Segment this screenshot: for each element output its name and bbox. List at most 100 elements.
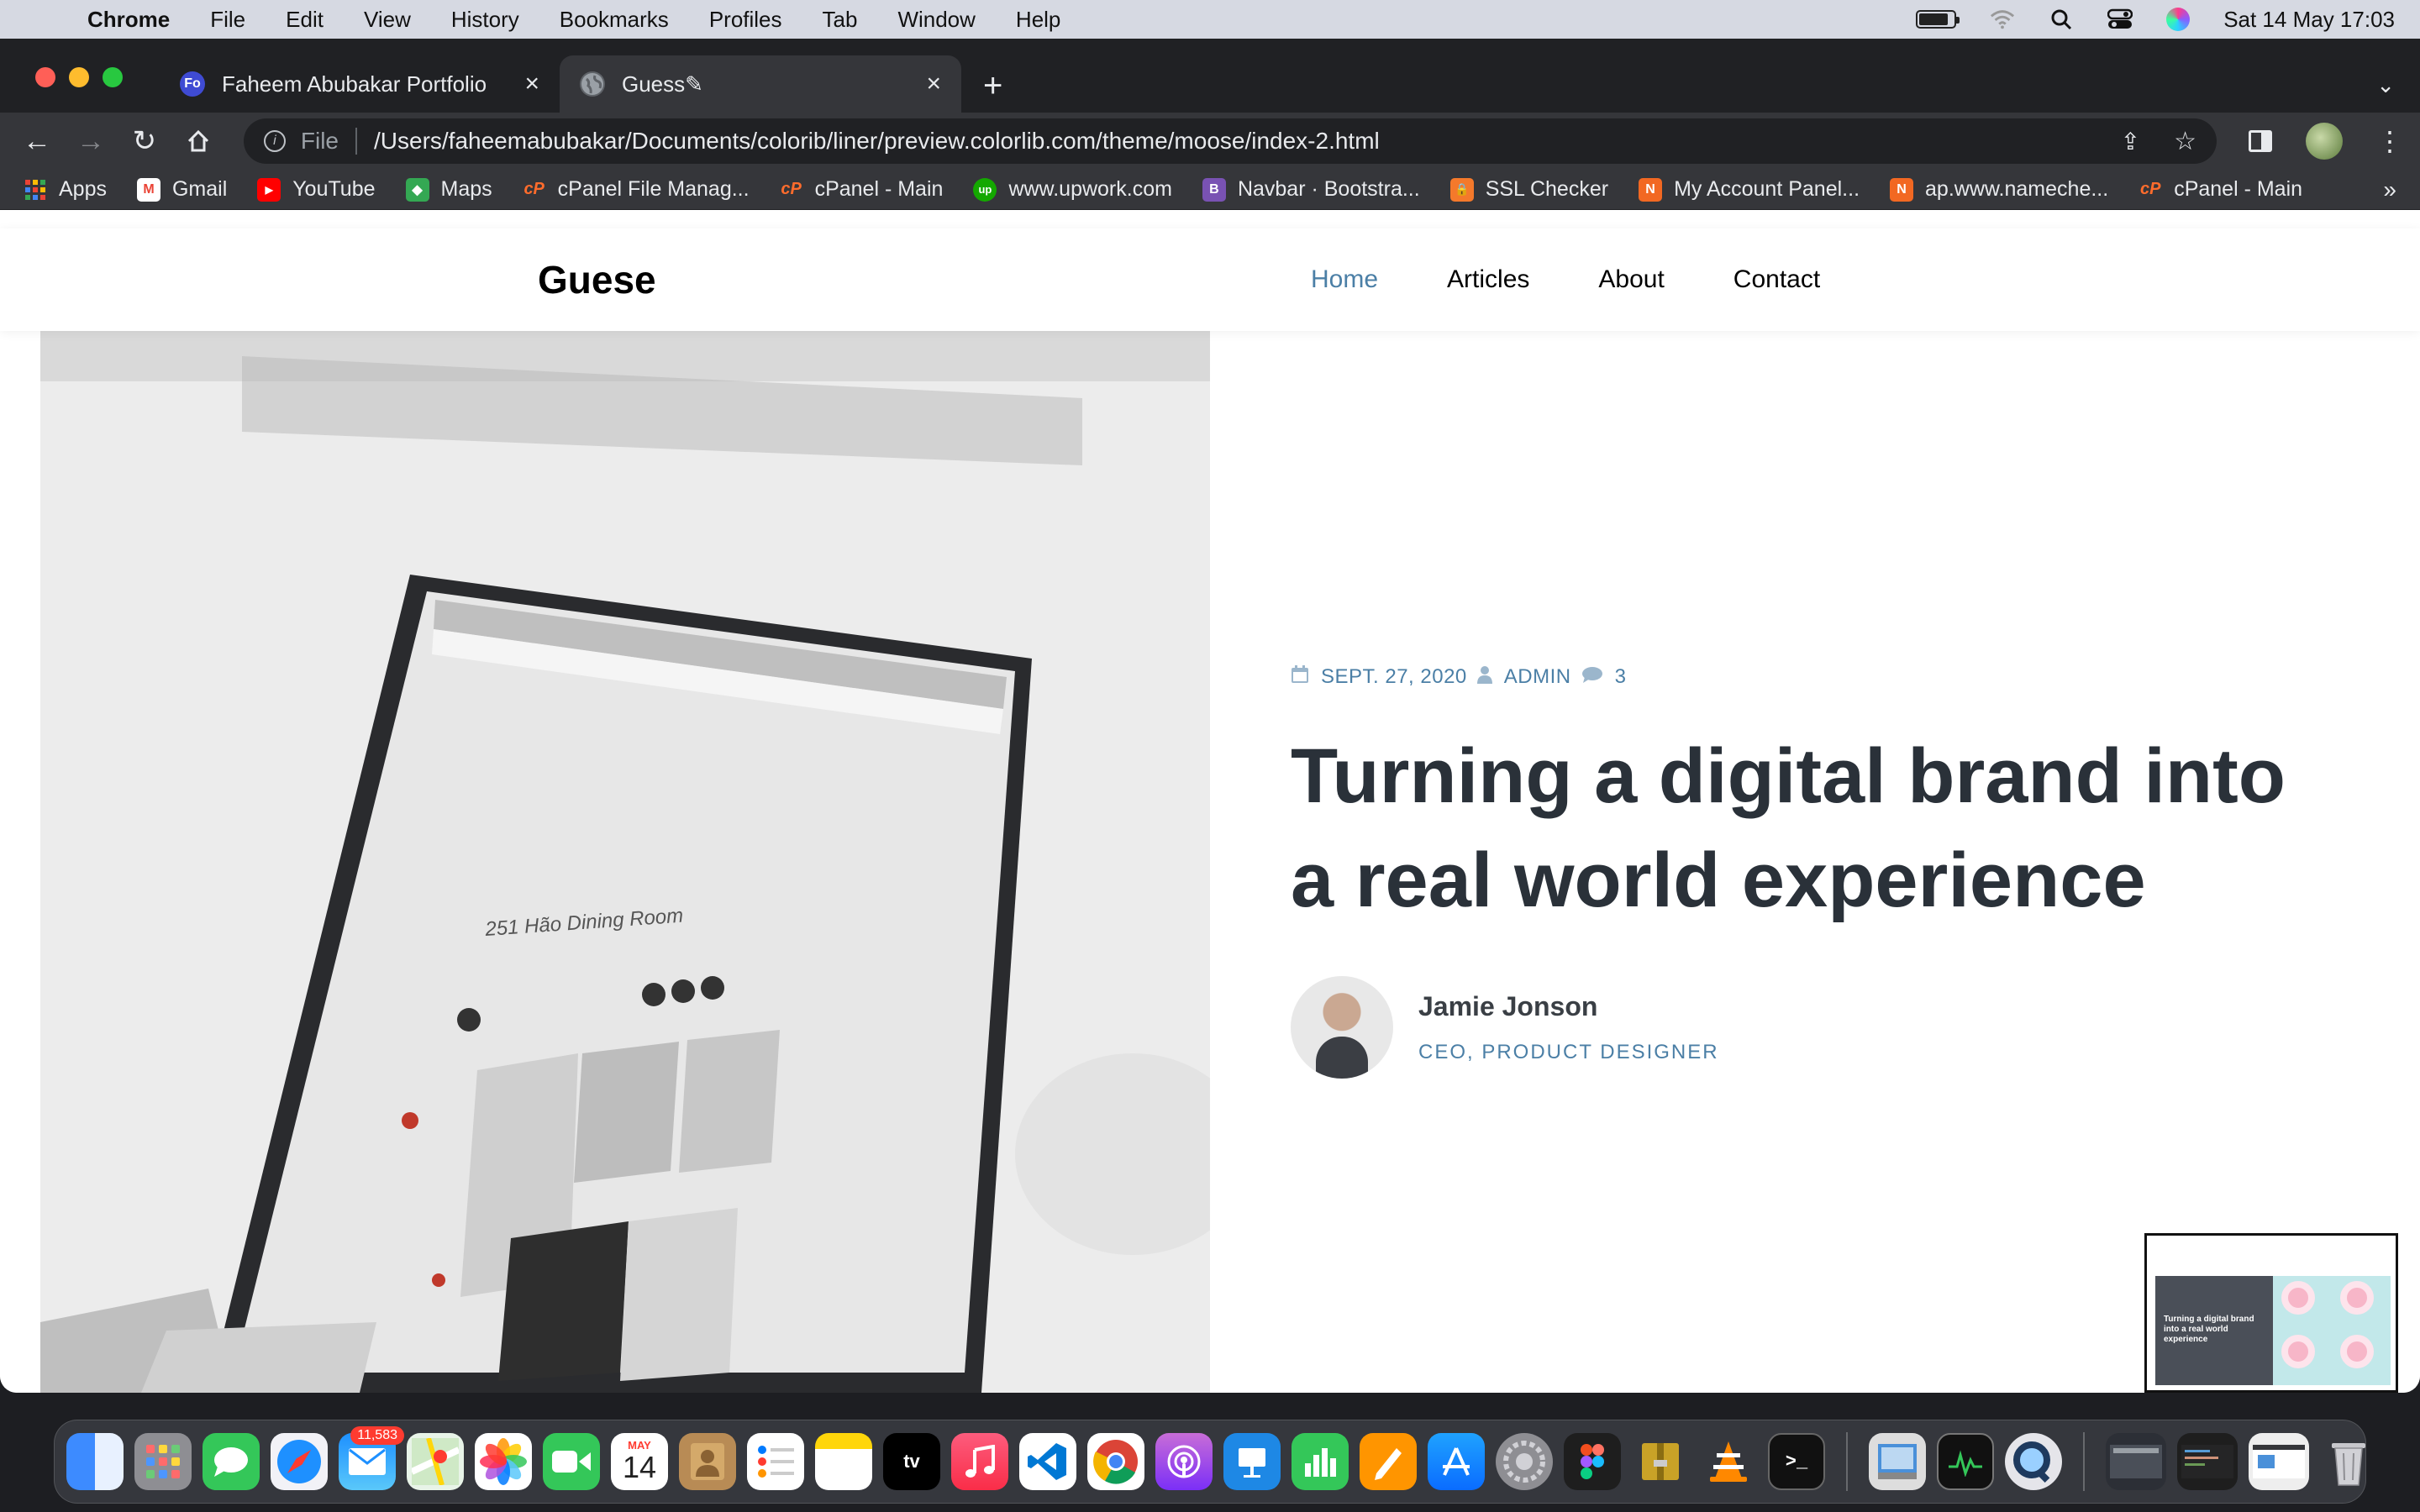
safari-icon[interactable] (271, 1433, 328, 1490)
more-bookmarks-chevron-icon[interactable]: » (2383, 176, 2396, 203)
zoom-window-button[interactable] (103, 67, 123, 87)
vscode-icon[interactable] (1019, 1433, 1076, 1490)
minimized-browser-window-icon[interactable] (2249, 1433, 2309, 1490)
activity-monitor-icon[interactable] (1937, 1433, 1994, 1490)
bookmark-apps[interactable]: Apps (24, 177, 107, 202)
tab-search-chevron-icon[interactable]: ⌄ (2376, 72, 2395, 98)
wifi-icon[interactable] (1990, 7, 2015, 32)
minimized-vscode-window-icon[interactable] (2177, 1433, 2238, 1490)
bookmark-youtube[interactable]: ▶ YouTube (257, 177, 376, 202)
reload-icon[interactable]: ↻ (124, 121, 165, 161)
menu-file[interactable]: File (210, 7, 245, 33)
menu-history[interactable]: History (451, 7, 519, 33)
launchpad-icon[interactable] (134, 1433, 192, 1490)
bookmark-my-account-panel[interactable]: N My Account Panel... (1639, 177, 1860, 202)
bookmark-namecheap[interactable]: N ap.www.nameche... (1890, 177, 2108, 202)
mail-icon[interactable]: 11,583 (339, 1426, 404, 1490)
menu-edit[interactable]: Edit (286, 7, 324, 33)
calendar-icon[interactable]: MAY 14 (611, 1433, 668, 1490)
post-title[interactable]: Turning a digital brand into a real worl… (1291, 724, 2333, 932)
maps-app-icon[interactable] (407, 1433, 464, 1490)
bookmark-cpanel-main[interactable]: cP cPanel - Main (780, 177, 943, 202)
menu-bar-clock[interactable]: Sat 14 May 17:03 (2223, 7, 2395, 33)
close-tab-icon[interactable]: × (926, 70, 941, 98)
contacts-icon[interactable] (679, 1433, 736, 1490)
bookmark-upwork[interactable]: up www.upwork.com (973, 177, 1172, 202)
chrome-menu-icon[interactable]: ⋮ (2376, 125, 2403, 157)
close-tab-icon[interactable]: × (524, 70, 539, 98)
tab-guess-active[interactable]: Guess✎ × (560, 55, 961, 113)
facetime-icon[interactable] (543, 1433, 600, 1490)
screenshot-thumbnail-preview[interactable]: Turning a digital brand into a real worl… (2144, 1233, 2398, 1393)
profile-avatar[interactable] (2306, 123, 2344, 160)
author-name[interactable]: Jamie Jonson (1418, 991, 1719, 1022)
pages-icon[interactable] (1360, 1433, 1417, 1490)
siri-icon[interactable] (2166, 8, 2191, 31)
forward-arrow-icon[interactable]: → (71, 121, 111, 161)
music-icon[interactable] (951, 1433, 1008, 1490)
system-preferences-icon[interactable] (1496, 1433, 1553, 1490)
photos-icon[interactable] (475, 1433, 532, 1490)
vlc-icon[interactable] (1700, 1433, 1757, 1490)
preview-icon[interactable] (1869, 1433, 1926, 1490)
nav-contact[interactable]: Contact (1733, 265, 1820, 294)
nav-articles[interactable]: Articles (1447, 265, 1529, 294)
app-store-icon[interactable] (1428, 1433, 1485, 1490)
battery-icon[interactable] (1916, 10, 1960, 29)
podcasts-icon[interactable] (1155, 1433, 1213, 1490)
menu-help[interactable]: Help (1016, 7, 1060, 33)
trash-icon[interactable] (2320, 1433, 2377, 1490)
bookmark-maps[interactable]: ◆ Maps (405, 177, 492, 202)
address-bar[interactable]: i File /Users/faheemabubakar/Documents/c… (243, 118, 2217, 164)
bookmark-cpanel-main-2[interactable]: cP cPanel - Main (2139, 177, 2302, 202)
keynote-icon[interactable] (1223, 1433, 1281, 1490)
new-tab-icon[interactable]: + (983, 69, 1002, 102)
share-icon[interactable]: ⇪ (2121, 128, 2140, 155)
nav-about[interactable]: About (1598, 265, 1664, 294)
bookmark-ssl-checker[interactable]: 🔒 SSL Checker (1449, 177, 1608, 202)
quicktime-icon[interactable] (2005, 1433, 2062, 1490)
post-author-tag[interactable]: ADMIN (1504, 665, 1571, 689)
finder-icon[interactable] (66, 1433, 124, 1490)
site-info-icon[interactable]: i (263, 130, 286, 152)
notes-icon[interactable] (815, 1433, 872, 1490)
control-center-icon[interactable] (2107, 7, 2133, 32)
apple-menu-icon[interactable] (25, 7, 50, 32)
tab-portfolio[interactable]: Fo Faheem Abubakar Portfolio × (160, 55, 560, 113)
menu-profiles[interactable]: Profiles (709, 7, 782, 33)
terminal-icon[interactable]: >_ (1768, 1433, 1825, 1490)
url-text[interactable]: /Users/faheemabubakar/Documents/colorib/… (374, 128, 1380, 155)
minimize-window-button[interactable] (69, 67, 89, 87)
chrome-icon[interactable] (1087, 1433, 1144, 1490)
menu-tab[interactable]: Tab (823, 7, 858, 33)
home-icon[interactable] (178, 121, 218, 161)
figma-icon[interactable] (1564, 1433, 1621, 1490)
nav-home[interactable]: Home (1311, 265, 1378, 294)
menu-app-name[interactable]: Chrome (87, 7, 170, 33)
post-comment-count[interactable]: 3 (1615, 665, 1627, 689)
spotlight-search-icon[interactable] (2049, 7, 2074, 32)
side-panel-icon[interactable] (2249, 130, 2273, 152)
laptop-illustration: 251 Hão Dining Room (40, 331, 1210, 1393)
bookmark-star-icon[interactable]: ☆ (2174, 127, 2196, 156)
numbers-icon[interactable] (1292, 1433, 1349, 1490)
donut-image (2281, 1335, 2315, 1368)
close-window-button[interactable] (35, 67, 55, 87)
messages-icon[interactable] (203, 1433, 260, 1490)
apple-tv-icon[interactable]: tv (883, 1433, 940, 1490)
minimized-window-icon[interactable] (2106, 1433, 2166, 1490)
bookmark-bootstrap-navbar[interactable]: B Navbar · Bootstra... (1202, 177, 1420, 202)
menu-bookmarks[interactable]: Bookmarks (560, 7, 669, 33)
archive-utility-icon[interactable] (1632, 1433, 1689, 1490)
menu-view[interactable]: View (364, 7, 411, 33)
back-arrow-icon[interactable]: ← (17, 121, 57, 161)
post-date[interactable]: SEPT. 27, 2020 (1321, 665, 1467, 689)
bookmark-cpanel-file-manager[interactable]: cP cPanel File Manag... (523, 177, 749, 202)
featured-post: SEPT. 27, 2020 ADMIN 3 Turning a digital… (1291, 665, 2333, 1079)
site-header: Guese Home Articles About Contact (0, 228, 2420, 331)
menu-window[interactable]: Window (897, 7, 975, 33)
bookmark-gmail[interactable]: M Gmail (136, 177, 227, 202)
menu-bar-status: Sat 14 May 17:03 (1916, 7, 2395, 33)
reminders-icon[interactable] (747, 1433, 804, 1490)
site-logo[interactable]: Guese (538, 257, 656, 302)
